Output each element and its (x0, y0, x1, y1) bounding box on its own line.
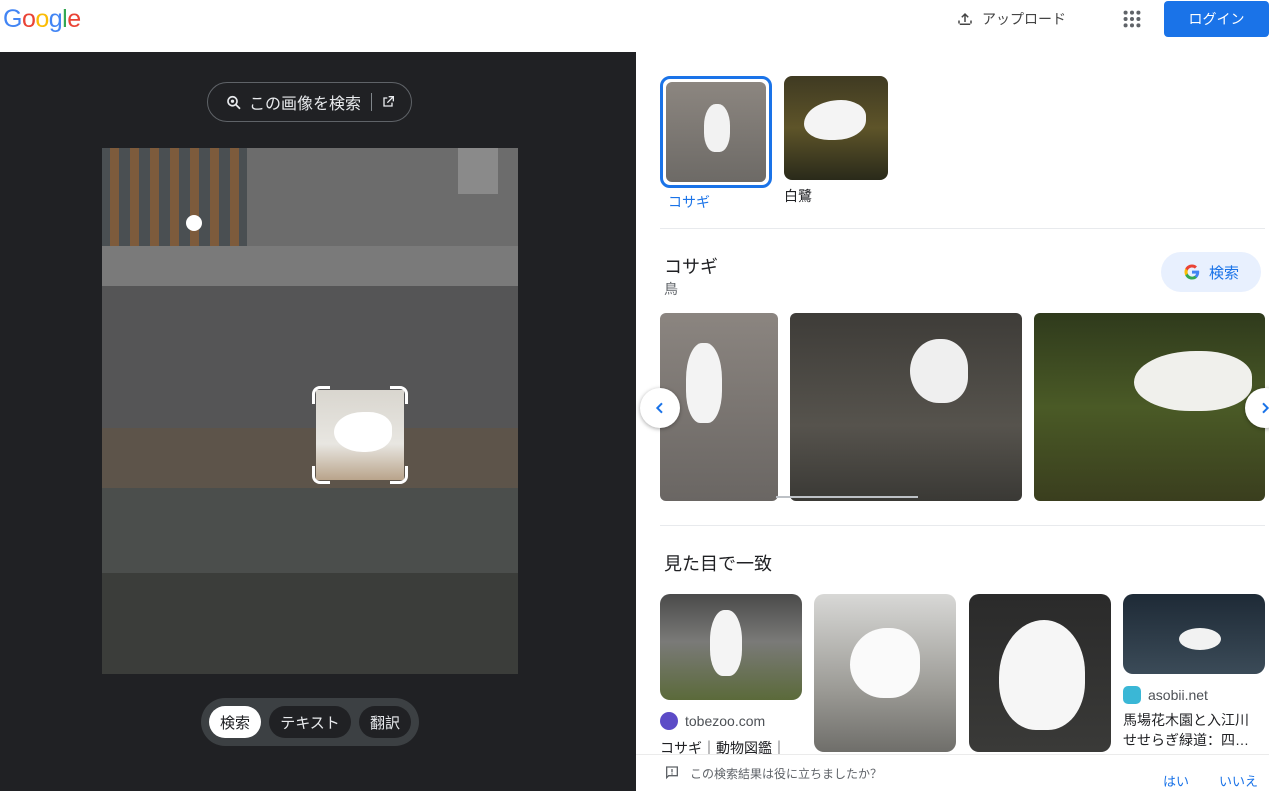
carousel-image[interactable] (790, 313, 1022, 501)
carousel-scrollbar[interactable] (776, 496, 918, 498)
upload-icon (958, 13, 972, 25)
feedback-bar: この検索結果は役に立ちましたか？ はい いいえ (636, 754, 1269, 791)
mode-text-tab[interactable]: テキスト (269, 706, 351, 738)
carousel-photo (790, 313, 1022, 501)
visual-match-card[interactable] (814, 594, 956, 752)
match-caption[interactable]: 馬場花木園と入江川 (1123, 710, 1265, 730)
match-caption[interactable]: せせらぎ緑道：四… (1123, 730, 1265, 750)
carousel-photo (1034, 313, 1265, 501)
photo-stones (102, 488, 518, 578)
open-external-icon[interactable] (380, 94, 396, 110)
crop-handle[interactable] (390, 386, 408, 404)
entity-subtitle: 鳥 (664, 281, 678, 297)
egret-shape (334, 412, 392, 452)
match-image (1123, 594, 1265, 674)
match-source-label: asobii.net (1148, 687, 1208, 703)
crop-handle[interactable] (390, 466, 408, 484)
top-bar: Google アップロード ログイン (0, 0, 1269, 52)
google-search-label: 検索 (1208, 264, 1239, 282)
egret-shape (850, 628, 920, 698)
chevron-right-icon (1262, 402, 1269, 414)
egret-shape (804, 100, 866, 140)
logo-letter: G (3, 5, 22, 33)
visual-search-dot[interactable] (186, 215, 202, 231)
visual-matches-title: 見た目で一致 (664, 554, 772, 574)
egret-shape (686, 343, 722, 423)
egret-shape (710, 610, 742, 676)
site-favicon-icon (1123, 686, 1141, 704)
mode-search-tab[interactable]: 検索 (209, 706, 261, 738)
match-source[interactable]: tobezoo.com (660, 712, 802, 730)
chip-image (784, 76, 888, 180)
photo-water (102, 573, 518, 674)
match-image (969, 594, 1111, 752)
egret-shape (1179, 628, 1221, 650)
search-this-image-label: この画像を検索 (249, 96, 362, 113)
entity-title: コサギ (664, 257, 718, 277)
login-button[interactable]: ログイン (1164, 1, 1269, 37)
logo-letter: o (21, 5, 36, 33)
match-image (814, 594, 956, 752)
lens-icon (227, 95, 241, 110)
mode-switcher: 検索 テキスト 翻訳 (201, 698, 419, 746)
image-viewer-pane: この画像を検索 検索 テキスト 翻訳 (0, 52, 636, 791)
search-this-image-button[interactable]: この画像を検索 (207, 82, 412, 122)
logo-letter: e (67, 5, 81, 33)
carousel-image[interactable] (1034, 313, 1265, 501)
divider (660, 525, 1265, 526)
google-g-icon (1184, 264, 1200, 280)
visual-match-card[interactable] (969, 594, 1111, 752)
chip-label: 白鷺 (784, 188, 812, 204)
crop-handle[interactable] (312, 386, 330, 404)
crop-handle[interactable] (312, 466, 330, 484)
chevron-left-icon (655, 402, 663, 414)
photo-retaining-wall (102, 286, 518, 436)
egret-shape (1134, 351, 1252, 411)
photo-ac-unit (458, 148, 498, 194)
chip-thumbnail (784, 76, 888, 180)
upload-button[interactable]: アップロード (956, 9, 1066, 29)
feedback-yes-link[interactable]: はい (1163, 771, 1189, 790)
match-source-label: tobezoo.com (685, 713, 766, 729)
chip-thumbnail (660, 76, 772, 188)
crop-selection[interactable] (312, 386, 408, 484)
match-image (660, 594, 802, 700)
apps-grid-icon[interactable] (1121, 8, 1143, 30)
feedback-question: この検索結果は役に立ちましたか？ (690, 766, 883, 781)
match-source[interactable]: asobii.net (1123, 686, 1265, 704)
egret-shape (999, 620, 1085, 730)
logo-letter: o (35, 5, 49, 33)
photo-step (102, 246, 518, 286)
upload-label: アップロード (982, 11, 1066, 27)
chip-label: コサギ (668, 194, 710, 210)
google-logo[interactable]: Google (3, 5, 81, 34)
mode-translate-tab[interactable]: 翻訳 (359, 706, 411, 738)
results-pane: コサギ 白鷺 コサギ 鳥 検索 見た目で一致 tobezoo.com コサギ｜動… (636, 52, 1269, 791)
feedback-no-link[interactable]: いいえ (1219, 771, 1258, 790)
chip-image (666, 82, 766, 182)
google-search-button[interactable]: 検索 (1161, 252, 1261, 292)
divider (660, 228, 1265, 229)
carousel-prev-button[interactable] (640, 388, 680, 428)
related-chip-shirasagi[interactable]: 白鷺 (784, 76, 896, 206)
feedback-icon (666, 766, 678, 780)
related-chip-kosagi[interactable]: コサギ (660, 76, 772, 212)
visual-match-card[interactable]: asobii.net 馬場花木園と入江川 せせらぎ緑道：四… (1123, 594, 1265, 750)
site-favicon-icon (660, 712, 678, 730)
egret-shape (910, 339, 968, 403)
logo-letter: g (48, 5, 63, 33)
egret-shape (704, 104, 730, 152)
divider (371, 93, 373, 111)
visual-match-card[interactable]: tobezoo.com コサギ｜動物図鑑｜ (660, 594, 802, 758)
uploaded-photo[interactable] (102, 148, 518, 674)
